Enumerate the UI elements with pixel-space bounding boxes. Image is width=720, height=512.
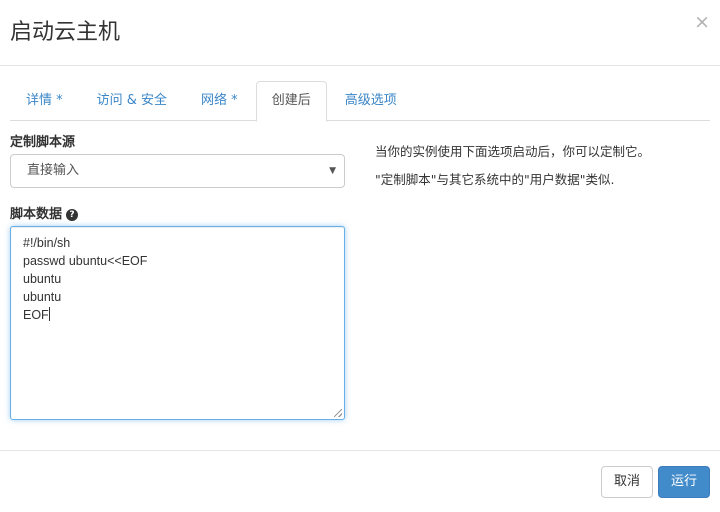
script-line-last: EOF	[23, 306, 332, 324]
help-text-line1: 当你的实例使用下面选项启动后，你可以定制它。	[375, 144, 651, 159]
tab-details[interactable]: 详情 *	[10, 81, 79, 121]
tab-network[interactable]: 网络 *	[185, 81, 254, 121]
text-cursor	[48, 307, 50, 321]
tab-bar: 详情 * 访问 & 安全 网络 * 创建后 高级选项	[10, 81, 710, 122]
cancel-button[interactable]: 取消	[601, 466, 653, 498]
help-text-line2: "定制脚本"与其它系统中的"用户数据"类似.	[375, 172, 615, 187]
tab-post-creation[interactable]: 创建后	[255, 81, 327, 122]
tab-advanced-options[interactable]: 高级选项	[329, 81, 413, 121]
select-value: 直接输入	[27, 163, 80, 178]
script-line: ubuntu	[23, 272, 62, 286]
script-data-label: 脚本数据	[10, 207, 63, 222]
resize-handle[interactable]	[334, 409, 342, 417]
question-icon[interactable]: ?	[66, 209, 79, 221]
script-line: #!/bin/sh	[23, 236, 71, 250]
modal-header: 启动云主机 ×	[0, 0, 720, 66]
customization-source-label: 定制脚本源	[10, 135, 76, 150]
script-data-label-row: 脚本数据?	[10, 203, 79, 222]
modal-title: 启动云主机	[10, 20, 121, 45]
launch-button[interactable]: 运行	[658, 466, 710, 498]
script-line: EOF	[23, 308, 49, 322]
tab-access-security[interactable]: 访问 & 安全	[81, 81, 183, 121]
script-line: ubuntu	[23, 290, 62, 304]
customization-source-select[interactable]: 直接输入 ▼	[10, 154, 345, 188]
caret-down-icon: ▼	[329, 166, 336, 176]
script-data-textarea[interactable]: #!/bin/sh passwd ubuntu<<EOF ubuntu ubun…	[10, 226, 345, 420]
close-icon[interactable]: ×	[694, 12, 710, 32]
script-line: passwd ubuntu<<EOF	[23, 254, 148, 268]
